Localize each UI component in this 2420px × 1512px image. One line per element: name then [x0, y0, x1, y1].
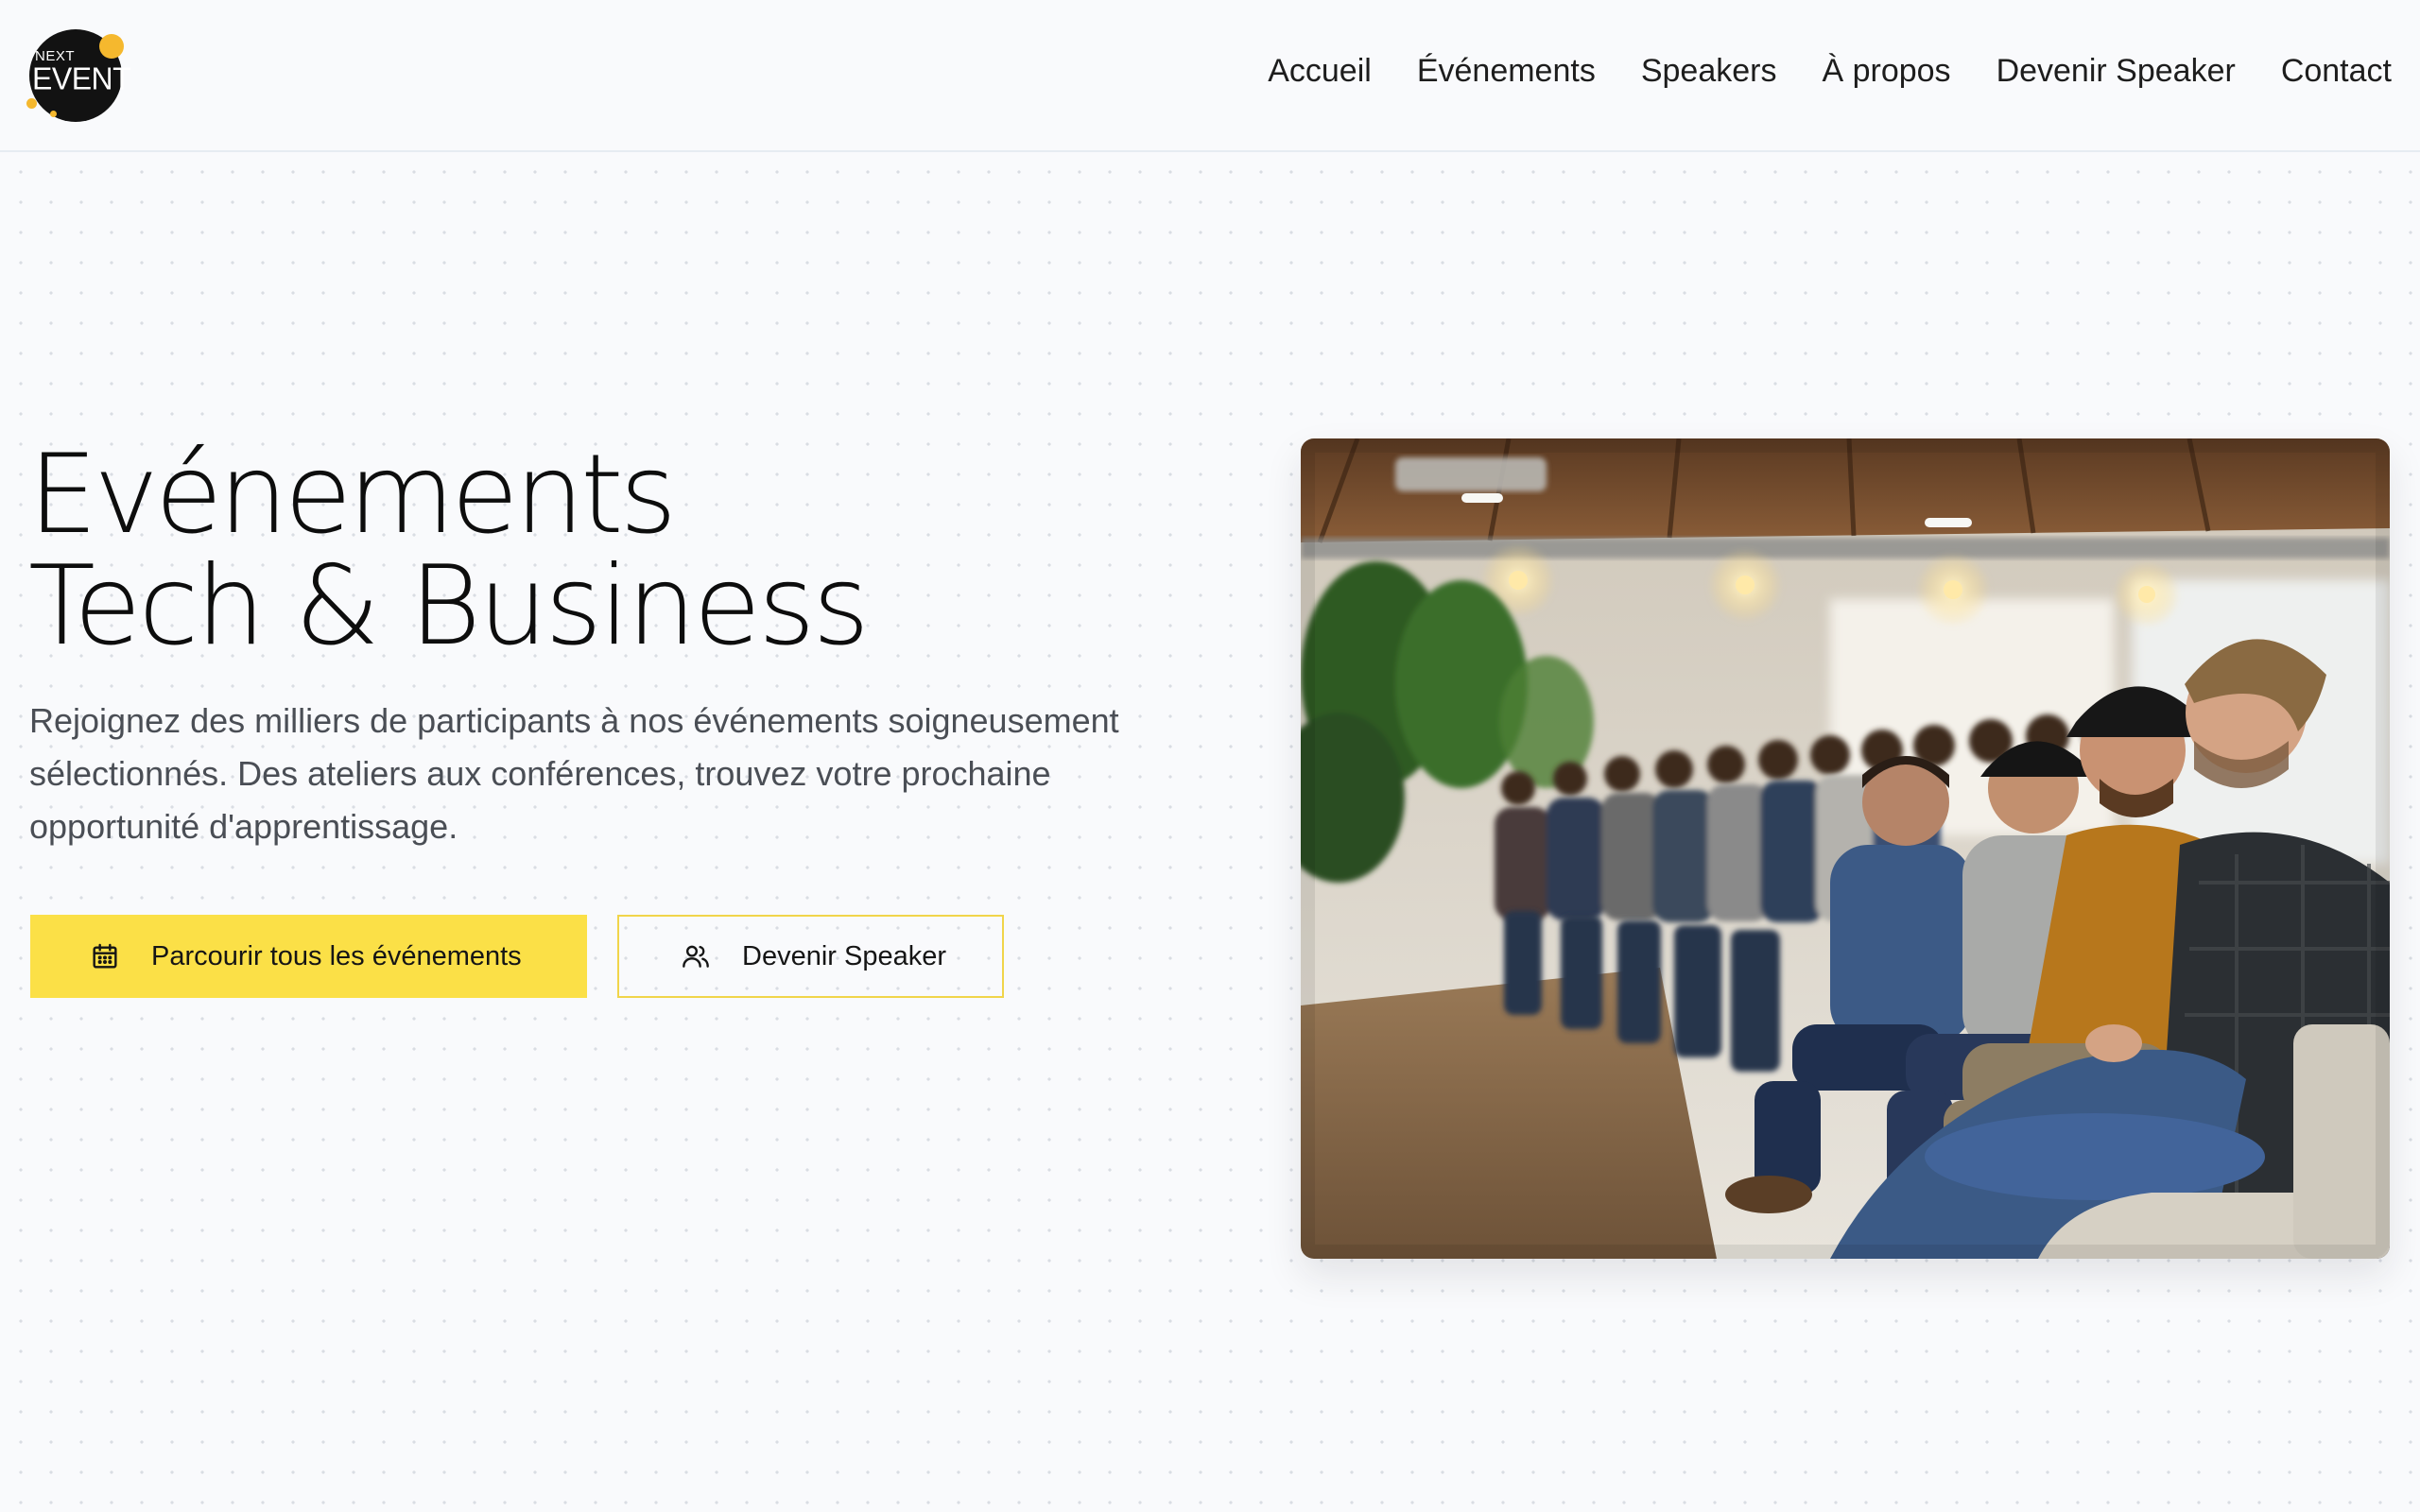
browse-events-label: Parcourir tous les événements: [151, 940, 522, 971]
nav-link-evenements[interactable]: Événements: [1417, 53, 1596, 90]
hero-title: Evénements Tech & Business: [28, 431, 870, 670]
become-speaker-label: Devenir Speaker: [742, 940, 946, 971]
hero-title-line-1: Evénements: [28, 431, 677, 558]
calendar-icon: [89, 940, 121, 972]
logo-text-event: EVENT: [32, 60, 131, 96]
browse-events-button[interactable]: Parcourir tous les événements: [30, 915, 587, 998]
nav-link-contact[interactable]: Contact: [2281, 53, 2392, 90]
main-nav: Accueil Événements Speakers À propos Dev…: [1268, 53, 2392, 90]
nav-link-speakers[interactable]: Speakers: [1641, 53, 1777, 90]
site-header: NEXT EVENT Accueil Événements Speakers À…: [0, 0, 2420, 152]
users-icon: [680, 940, 712, 972]
logo-dot: [99, 34, 124, 59]
nav-link-accueil[interactable]: Accueil: [1268, 53, 1372, 90]
become-speaker-button[interactable]: Devenir Speaker: [617, 915, 1004, 998]
hero-image: [1301, 438, 2390, 1259]
nav-link-a-propos[interactable]: À propos: [1822, 53, 1950, 90]
logo-dot: [50, 111, 57, 117]
hero-title-line-2: Tech & Business: [28, 542, 870, 670]
nav-link-devenir-speaker[interactable]: Devenir Speaker: [1996, 53, 2236, 90]
logo-dot: [26, 98, 37, 109]
next-event-logo[interactable]: NEXT EVENT: [26, 29, 131, 122]
hero-description: Rejoignez des milliers de participants à…: [29, 701, 1119, 846]
